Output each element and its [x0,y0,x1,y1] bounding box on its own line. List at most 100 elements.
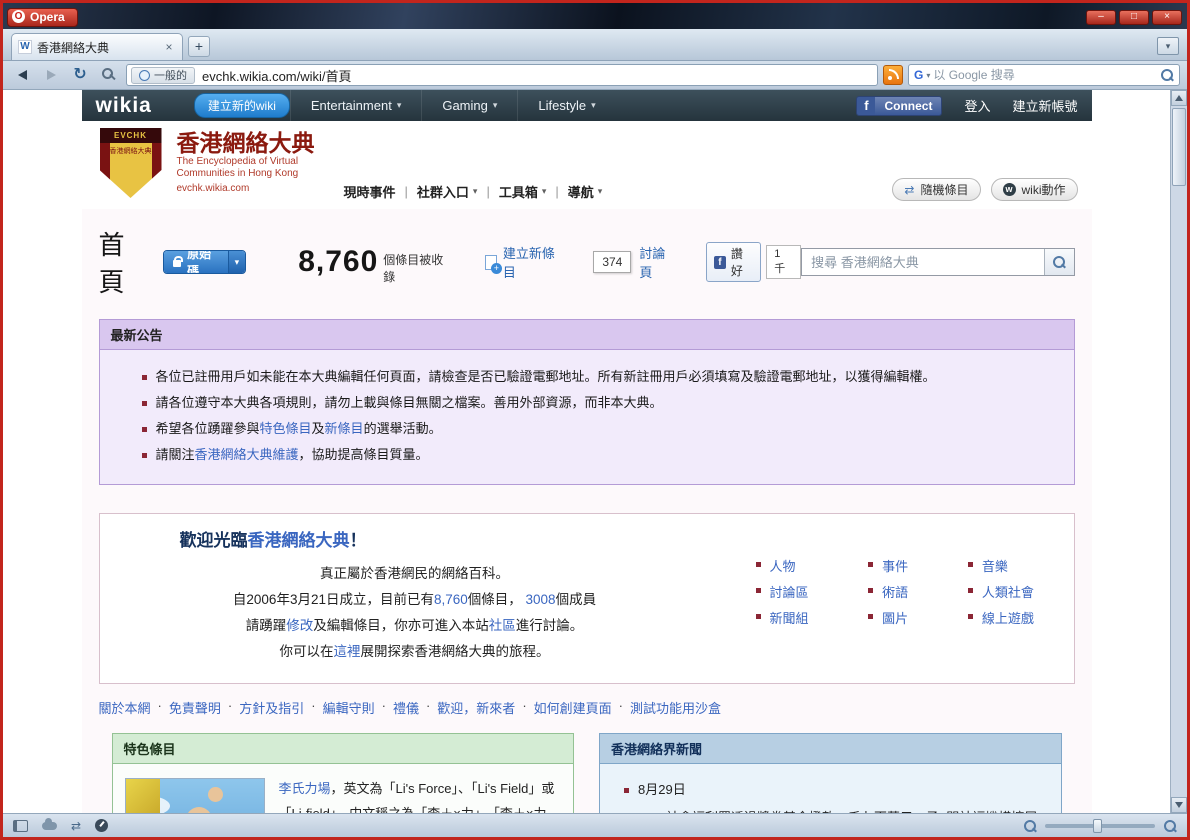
browser-main: wikia 建立新的wiki Entertainment ▾ Gaming ▾ … [3,90,1187,813]
quick-link[interactable]: 方針及指引 [239,698,304,717]
welcome-line-text: 請踴躍 [245,618,287,633]
talk-page-link[interactable]: 討論頁 [639,243,676,281]
title-bar: O Opera – □ × [3,3,1187,29]
search-engine-caret-icon[interactable]: ▾ [926,71,930,80]
search-magnifier-icon[interactable] [1160,68,1174,82]
category-link[interactable]: 人物 [755,556,827,582]
article-count-link[interactable]: 8,760 [434,592,468,607]
explore-here-link[interactable]: 這裡 [334,644,361,659]
site-title-block[interactable]: 香港網絡大典 The Encyclopedia of Virtual Commu… [177,131,315,195]
reload-button[interactable]: ↻ [68,64,92,86]
maintenance-link[interactable]: 香港網絡大典維護 [195,447,299,462]
tab-close-icon[interactable]: × [162,40,176,54]
random-article-button[interactable]: ⇄ 隨機條目 [892,178,981,201]
quick-link[interactable]: 關於本網 [99,698,151,717]
facebook-connect-button[interactable]: f Connect [856,95,943,116]
featured-article-image[interactable] [124,778,265,813]
quick-link[interactable]: 編輯守則 [323,698,375,717]
announcement-text: ，協助提高條目質量。 [298,447,429,462]
facebook-like-button[interactable]: f 讚好 [705,242,762,282]
wiki-search-field[interactable] [801,248,1075,276]
wiki-search-input[interactable] [802,249,1044,275]
rss-icon[interactable] [883,65,903,85]
back-button[interactable] [10,64,34,86]
google-search-input[interactable] [933,68,1157,82]
li-force-link[interactable]: 李氏力場 [279,781,331,796]
turbo-icon[interactable] [95,819,109,832]
featured-articles-link[interactable]: 特色條目 [260,421,312,436]
category-link[interactable]: 音樂 [967,556,1052,582]
opera-menu-button[interactable]: O Opera [7,7,78,27]
new-tab-button[interactable]: + [188,36,210,57]
poster-corner-shape [125,779,160,813]
category-link[interactable]: 事件 [868,556,926,582]
close-button[interactable]: × [1152,9,1182,25]
scroll-up-button[interactable] [1171,90,1187,106]
security-badge-label: 一般的 [154,70,187,82]
view-source-button[interactable]: 原始碼 ▾ [163,250,247,274]
closed-tabs-icon[interactable]: ▾ [1157,37,1179,55]
zoom-slider[interactable] [1045,818,1155,833]
tab-evchk[interactable]: W 香港網絡大典 × [11,33,183,60]
category-link[interactable]: 討論區 [755,582,827,608]
wand-button[interactable] [97,64,121,86]
zoom-out-icon[interactable] [1023,819,1037,833]
nav-navigation[interactable]: 導航 ▾ [568,182,603,201]
category-link[interactable]: 線上遊戲 [967,608,1052,634]
new-articles-link[interactable]: 新條目 [325,421,364,436]
nav-current-events-label: 現時事件 [343,185,396,200]
vertical-scrollbar[interactable] [1170,90,1187,813]
site-home-link[interactable]: 香港網絡大典 [248,531,350,550]
member-count-link[interactable]: 3008 [526,592,556,607]
article-content: 首頁 原始碼 ▾ 8,760 個條目被收錄 + 建立新條目 374 討論頁 f … [81,209,1092,813]
create-article-link[interactable]: 建立新條目 [484,243,564,281]
panels-toggle-icon[interactable] [13,819,28,832]
google-search-field[interactable]: G ▾ [908,64,1180,86]
quick-link[interactable]: 如何創建頁面 [534,698,612,717]
signup-link[interactable]: 建立新帳號 [1012,96,1077,115]
welcome-line-text: 你可以在 [279,644,334,659]
scrollbar-track[interactable] [1171,106,1187,797]
scrollbar-thumb[interactable] [1172,108,1186,186]
nav-current-events[interactable]: 現時事件 [344,182,396,201]
wiki-search-button[interactable] [1043,249,1074,275]
welcome-line-text: 個條目， [467,592,522,607]
quick-link[interactable]: 免責聲明 [169,698,221,717]
minimize-button[interactable]: – [1086,9,1116,25]
unite-cloud-icon[interactable] [42,817,57,830]
category-link[interactable]: 術語 [868,582,926,608]
wiki-actions-button[interactable]: w wiki動作 [990,178,1078,201]
menu-entertainment[interactable]: Entertainment ▾ [289,90,421,121]
menu-lifestyle[interactable]: Lifestyle ▾ [517,90,615,121]
zoom-slider-thumb[interactable] [1093,818,1102,833]
opera-logo-icon: O [12,10,25,23]
maximize-button[interactable]: □ [1119,9,1149,25]
quick-link[interactable]: 歡迎，新來者 [437,698,515,717]
news-box: 香港網絡界新聞 8月29日 社會福利署透過獎券基金撥款一千七百萬元，予3間社福機… [599,733,1062,813]
header-pills: ⇄ 隨機條目 w wiki動作 [892,178,1078,201]
address-bar[interactable]: 一般的 evchk.wikia.com/wiki/首頁 [126,64,878,86]
forward-button[interactable] [39,64,63,86]
scroll-down-button[interactable] [1171,797,1187,813]
nav-community-portal[interactable]: 社群入口 ▾ [417,182,478,201]
sync-icon[interactable]: ⇄ [71,820,81,832]
zoom-in-icon[interactable] [1163,819,1177,833]
category-link[interactable]: 人類社會 [967,582,1052,608]
menu-gaming[interactable]: Gaming ▾ [421,90,517,121]
talk-count-badge: 374 [593,251,632,273]
site-logo[interactable]: EVCHK 香港網絡大典 [99,128,162,198]
nav-toolbox[interactable]: 工具箱 ▾ [499,182,547,201]
separator: · [227,698,233,713]
quick-link[interactable]: 禮儀 [393,698,419,717]
quick-link[interactable]: 測試功能用沙盒 [630,698,721,717]
tab-bar: W 香港網絡大典 × + ▾ [3,29,1187,61]
category-link[interactable]: 新聞組 [755,608,827,634]
wikia-logo[interactable]: wikia [96,94,152,118]
edit-link[interactable]: 修改 [286,618,313,633]
community-link[interactable]: 社區 [489,618,516,633]
login-link[interactable]: 登入 [964,96,990,115]
category-link[interactable]: 圖片 [868,608,926,634]
security-badge[interactable]: 一般的 [131,66,195,84]
view-source-caret-icon[interactable]: ▾ [227,251,246,273]
create-wiki-button[interactable]: 建立新的wiki [193,93,290,118]
